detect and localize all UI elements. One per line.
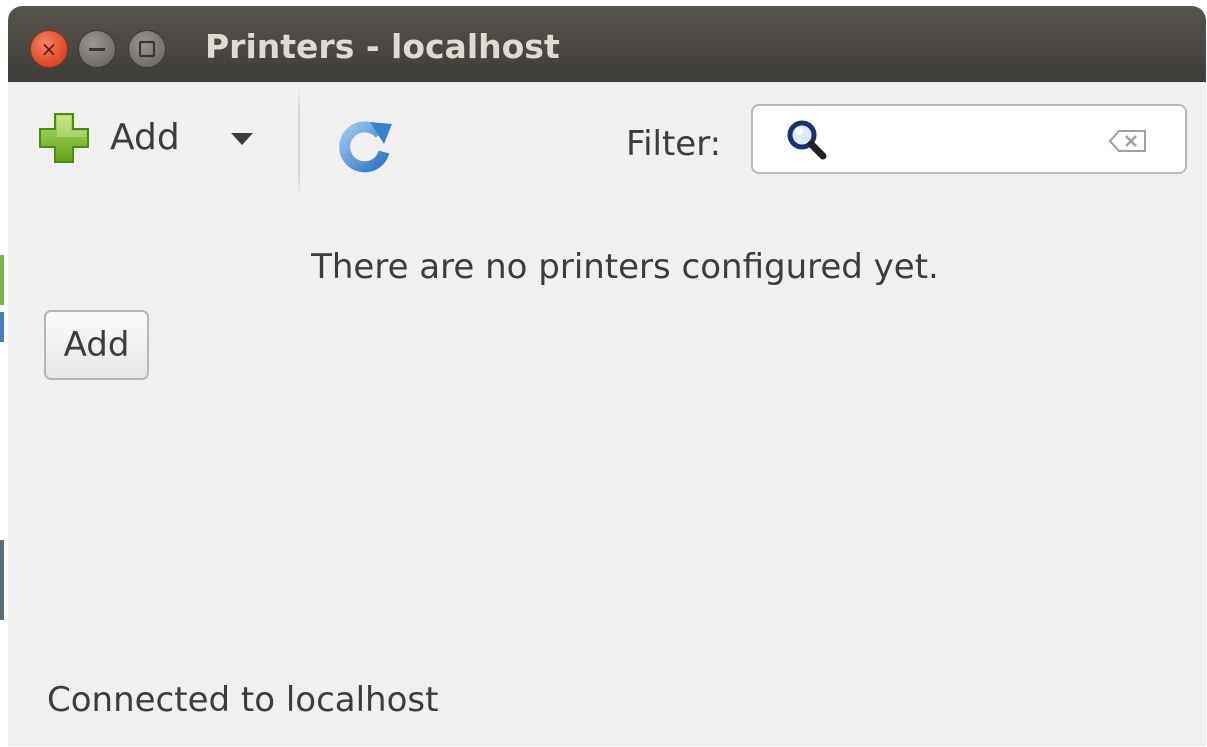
green-plus-icon bbox=[39, 113, 89, 163]
background-window-edge bbox=[0, 255, 4, 305]
filter-search-box[interactable] bbox=[751, 104, 1187, 174]
background-window-edge bbox=[0, 540, 4, 620]
chevron-down-icon[interactable] bbox=[230, 132, 254, 146]
minimize-button[interactable] bbox=[78, 30, 116, 68]
title-bar[interactable]: × Printers - localhost bbox=[8, 6, 1206, 82]
close-icon: × bbox=[40, 37, 58, 61]
maximize-icon bbox=[138, 40, 156, 58]
filter-label: Filter: bbox=[626, 124, 722, 164]
printers-window: × Printers - localhost Add Filter: There… bbox=[8, 6, 1206, 746]
add-tool-label: Add bbox=[110, 117, 180, 158]
toolbar: Add Filter: bbox=[8, 82, 1206, 202]
close-button[interactable]: × bbox=[30, 30, 68, 68]
background-window-edge bbox=[0, 312, 4, 342]
magnifier-icon bbox=[787, 120, 827, 160]
filter-input[interactable] bbox=[839, 116, 1093, 164]
refresh-icon[interactable] bbox=[336, 116, 396, 176]
add-printer-button[interactable]: Add bbox=[44, 310, 149, 380]
no-printers-message: There are no printers configured yet. bbox=[311, 247, 939, 287]
maximize-button[interactable] bbox=[128, 30, 166, 68]
clear-input-icon[interactable] bbox=[1109, 130, 1147, 152]
minimize-icon bbox=[89, 48, 105, 51]
window-title: Printers - localhost bbox=[205, 27, 560, 66]
status-bar-text: Connected to localhost bbox=[47, 680, 439, 720]
toolbar-separator bbox=[298, 88, 300, 196]
